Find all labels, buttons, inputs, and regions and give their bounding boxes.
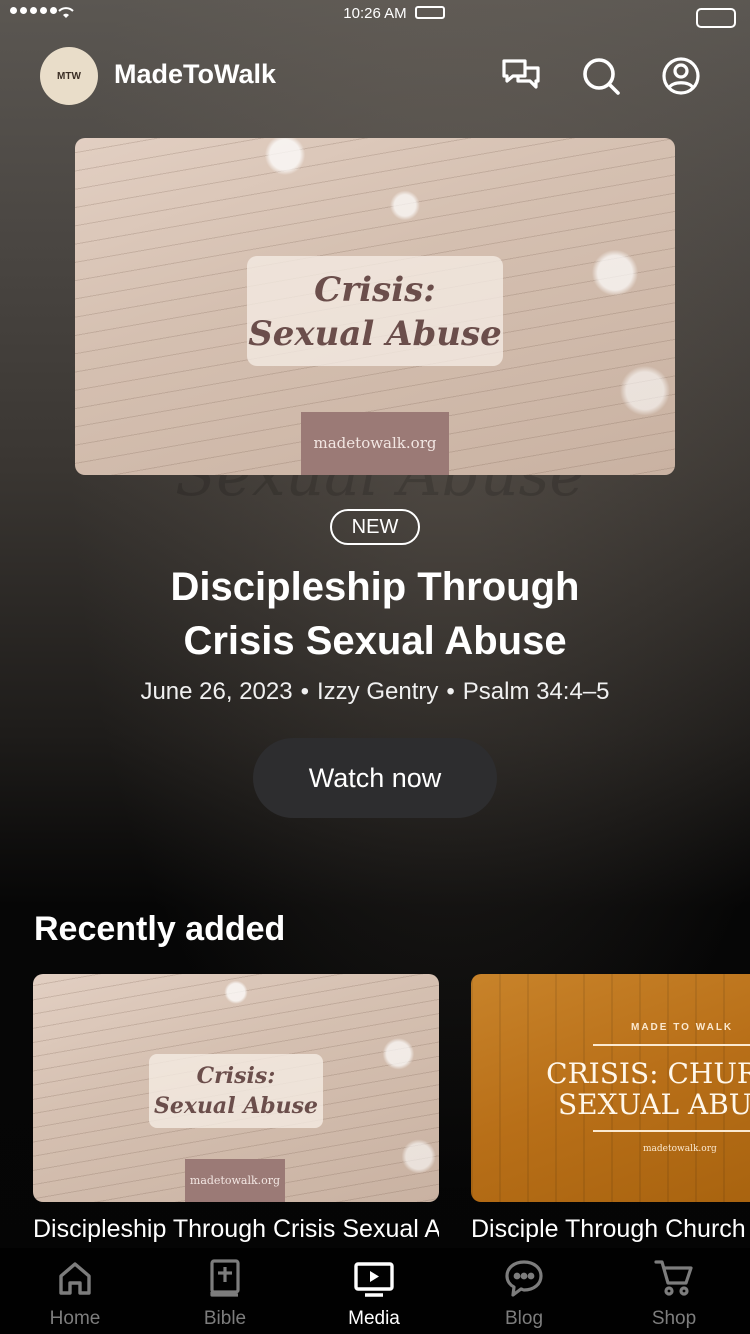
tab-blog[interactable]: Blog bbox=[469, 1258, 579, 1334]
tab-media[interactable]: Media bbox=[319, 1258, 429, 1334]
tab-bar: Home Bible Media Blog Shop bbox=[0, 1248, 750, 1334]
hero-title: Discipleship Through Crisis Sexual Abuse bbox=[40, 560, 710, 668]
card-image-url: madetowalk.org bbox=[185, 1159, 285, 1202]
card-brand: MADE TO WALK bbox=[631, 1022, 734, 1033]
hero-title-line1: Discipleship Through bbox=[170, 565, 580, 609]
tab-label: Shop bbox=[651, 1308, 697, 1329]
tv-play-icon bbox=[354, 1262, 394, 1297]
section-title-recently-added: Recently added bbox=[34, 910, 286, 948]
hero-author: Izzy Gentry bbox=[317, 678, 439, 705]
bible-icon bbox=[210, 1259, 240, 1297]
new-badge: NEW bbox=[330, 509, 420, 545]
tab-label: Blog bbox=[504, 1308, 544, 1329]
divider bbox=[593, 1044, 750, 1046]
battery-icon bbox=[415, 6, 445, 19]
media-card-title[interactable]: Discipleship Through Crisis Sexual Abuse bbox=[33, 1215, 439, 1244]
card-headline-line1: CRISIS: CHURCH bbox=[546, 1057, 750, 1090]
app-title: MadeToWalk bbox=[114, 59, 277, 89]
media-card-thumbnail[interactable]: Crisis: Sexual Abuse madetowalk.org bbox=[33, 974, 439, 1202]
card-headline: CRISIS: CHURCH SEXUAL ABUSE bbox=[545, 1058, 750, 1120]
tab-label: Media bbox=[348, 1308, 400, 1329]
app-logo[interactable]: MTW bbox=[40, 47, 98, 105]
hero-image-title-line2: Sexual Abuse bbox=[248, 314, 502, 354]
app-header: MTW MadeToWalk bbox=[0, 40, 750, 116]
account-icon[interactable] bbox=[661, 56, 701, 96]
card-image-title-line2: Sexual Abuse bbox=[153, 1093, 319, 1119]
hero-image-url: madetowalk.org bbox=[301, 412, 449, 475]
hero-meta: June 26, 2023 • Izzy Gentry • Psalm 34:4–5 bbox=[40, 678, 710, 706]
card-headline-line2: SEXUAL ABUSE bbox=[557, 1088, 750, 1121]
tab-label: Bible bbox=[203, 1308, 247, 1329]
chat-bubbles-icon[interactable] bbox=[501, 56, 541, 96]
tab-label: Home bbox=[49, 1308, 101, 1329]
media-card-title[interactable]: Disciple Through Church Sexual Abuse bbox=[471, 1215, 750, 1244]
hero-date: June 26, 2023 bbox=[140, 678, 293, 705]
tab-shop[interactable]: Shop bbox=[619, 1258, 729, 1334]
card-image-title: Crisis: Sexual Abuse bbox=[149, 1054, 323, 1128]
meta-separator: • bbox=[300, 678, 309, 705]
watch-now-button[interactable]: Watch now bbox=[253, 738, 497, 818]
search-icon[interactable] bbox=[581, 56, 621, 96]
home-icon bbox=[59, 1262, 91, 1295]
card-image-title-line1: Crisis: bbox=[196, 1063, 276, 1089]
tab-home[interactable]: Home bbox=[20, 1258, 130, 1334]
status-bar: 10:26 AM bbox=[0, 0, 750, 36]
chat-bubble-icon bbox=[505, 1260, 543, 1297]
divider bbox=[593, 1130, 750, 1132]
hero-scripture: Psalm 34:4–5 bbox=[462, 678, 610, 705]
hero-image-title: Crisis: Sexual Abuse bbox=[247, 256, 503, 366]
hero-thumbnail[interactable]: Crisis: Sexual Abuse madetowalk.org bbox=[75, 138, 675, 475]
media-card-thumbnail[interactable]: MADE TO WALK CRISIS: CHURCH SEXUAL ABUSE… bbox=[471, 974, 750, 1202]
app-screen: 10:26 AM MTW MadeToWalk Sexual Abuse Cri… bbox=[0, 0, 750, 1334]
meta-separator: • bbox=[446, 678, 455, 705]
card-image-url: madetowalk.org bbox=[643, 1144, 717, 1154]
hero-image-title-line1: Crisis: bbox=[314, 270, 436, 310]
status-time: 10:26 AM bbox=[343, 5, 407, 22]
hero-title-line2: Crisis Sexual Abuse bbox=[183, 619, 567, 663]
battery-icon bbox=[696, 8, 736, 28]
tab-bible[interactable]: Bible bbox=[170, 1258, 280, 1334]
cart-icon bbox=[654, 1260, 693, 1296]
logo-text: MTW bbox=[57, 70, 81, 82]
